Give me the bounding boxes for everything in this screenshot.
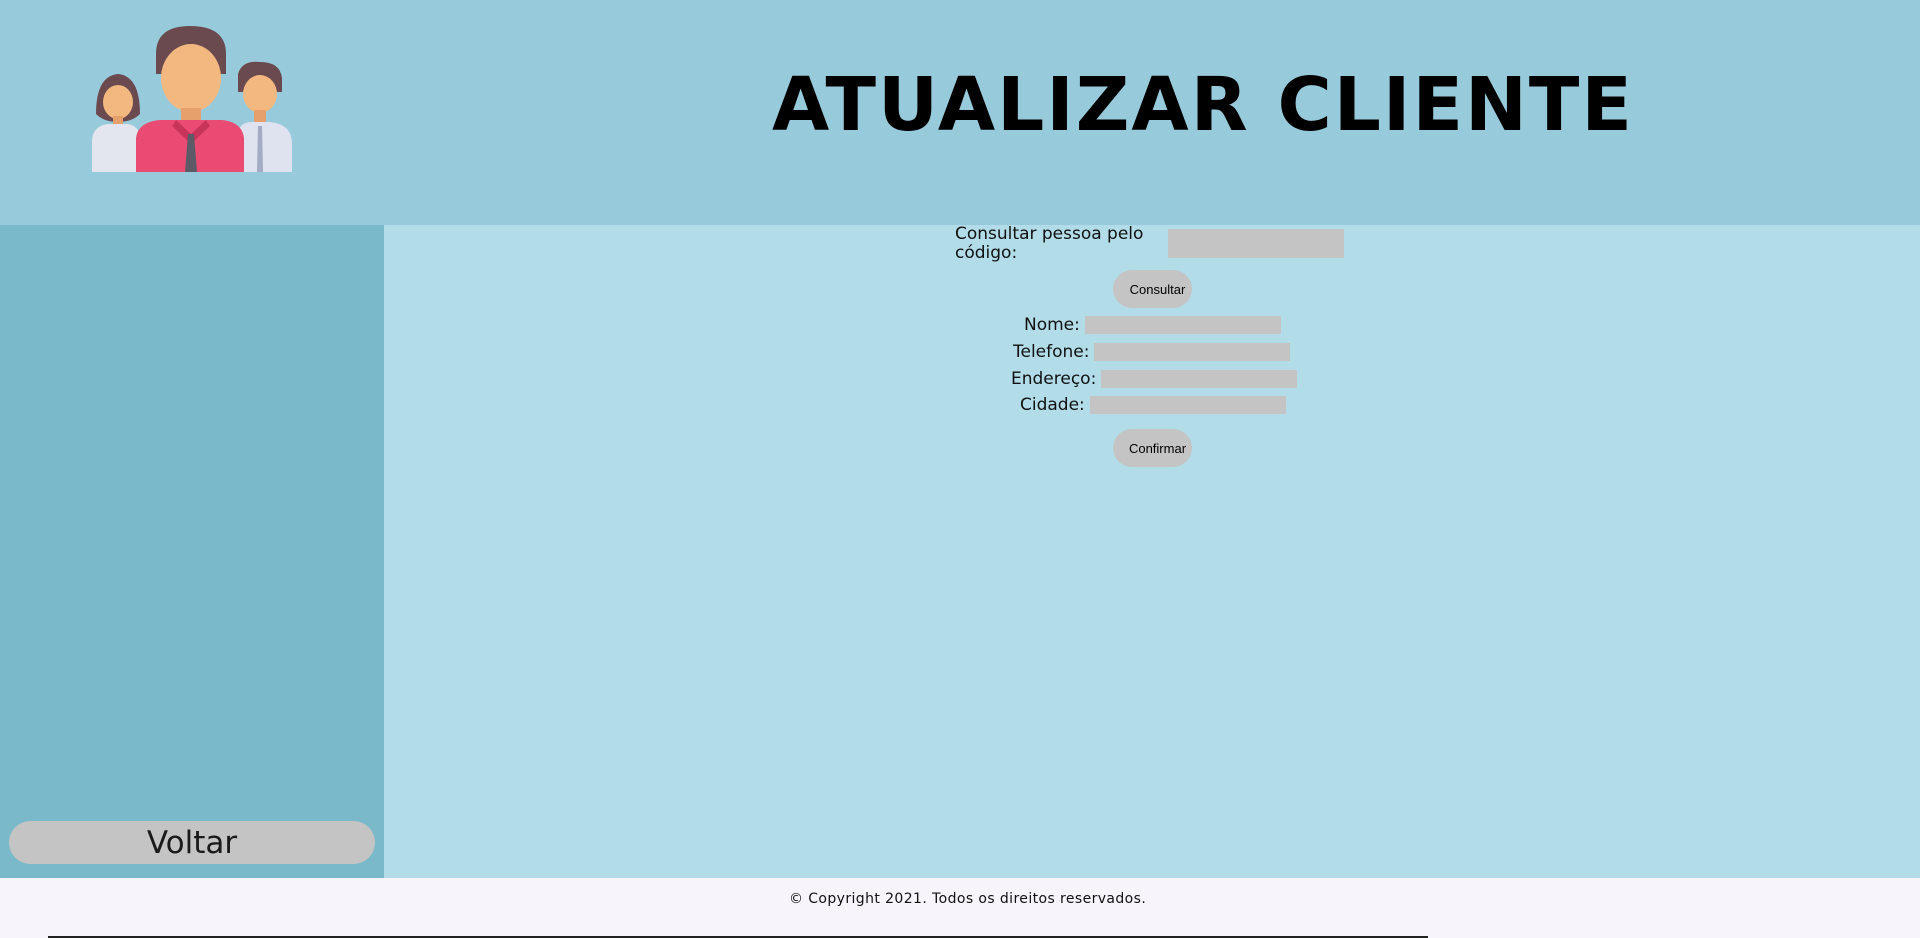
consult-button[interactable]: Consultar	[1113, 270, 1192, 308]
main-content: Consultar pessoa pelo código: Consultar …	[384, 225, 1920, 878]
nome-label: Nome:	[1024, 315, 1080, 335]
footer: © Copyright 2021. Todos os direitos rese…	[0, 878, 1920, 938]
page-title: ATUALIZAR CLIENTE	[772, 62, 1634, 148]
cidade-input[interactable]	[1089, 396, 1286, 414]
sidebar: Voltar	[0, 225, 384, 878]
telefone-input[interactable]	[1094, 343, 1291, 361]
family-people-icon	[92, 26, 292, 172]
back-button[interactable]: Voltar	[9, 821, 375, 864]
header: ATUALIZAR CLIENTE	[0, 0, 1920, 225]
endereco-row: Endereço:	[1011, 369, 1298, 389]
nome-input[interactable]	[1084, 316, 1281, 334]
lookup-code-input[interactable]	[1168, 229, 1344, 258]
copyright-text: © Copyright 2021. Todos os direitos rese…	[789, 891, 1147, 907]
lookup-label: Consultar pessoa pelo código:	[955, 224, 1144, 263]
telefone-row: Telefone:	[1013, 342, 1291, 362]
nome-row: Nome:	[1024, 315, 1281, 335]
confirm-button[interactable]: Confirmar	[1113, 429, 1192, 467]
cidade-row: Cidade:	[1020, 395, 1286, 415]
cidade-label: Cidade:	[1020, 395, 1085, 415]
page: ATUALIZAR CLIENTE Voltar Consultar pesso…	[0, 0, 1920, 938]
endereco-label: Endereço:	[1011, 369, 1097, 389]
endereco-input[interactable]	[1101, 370, 1298, 388]
telefone-label: Telefone:	[1013, 342, 1090, 362]
